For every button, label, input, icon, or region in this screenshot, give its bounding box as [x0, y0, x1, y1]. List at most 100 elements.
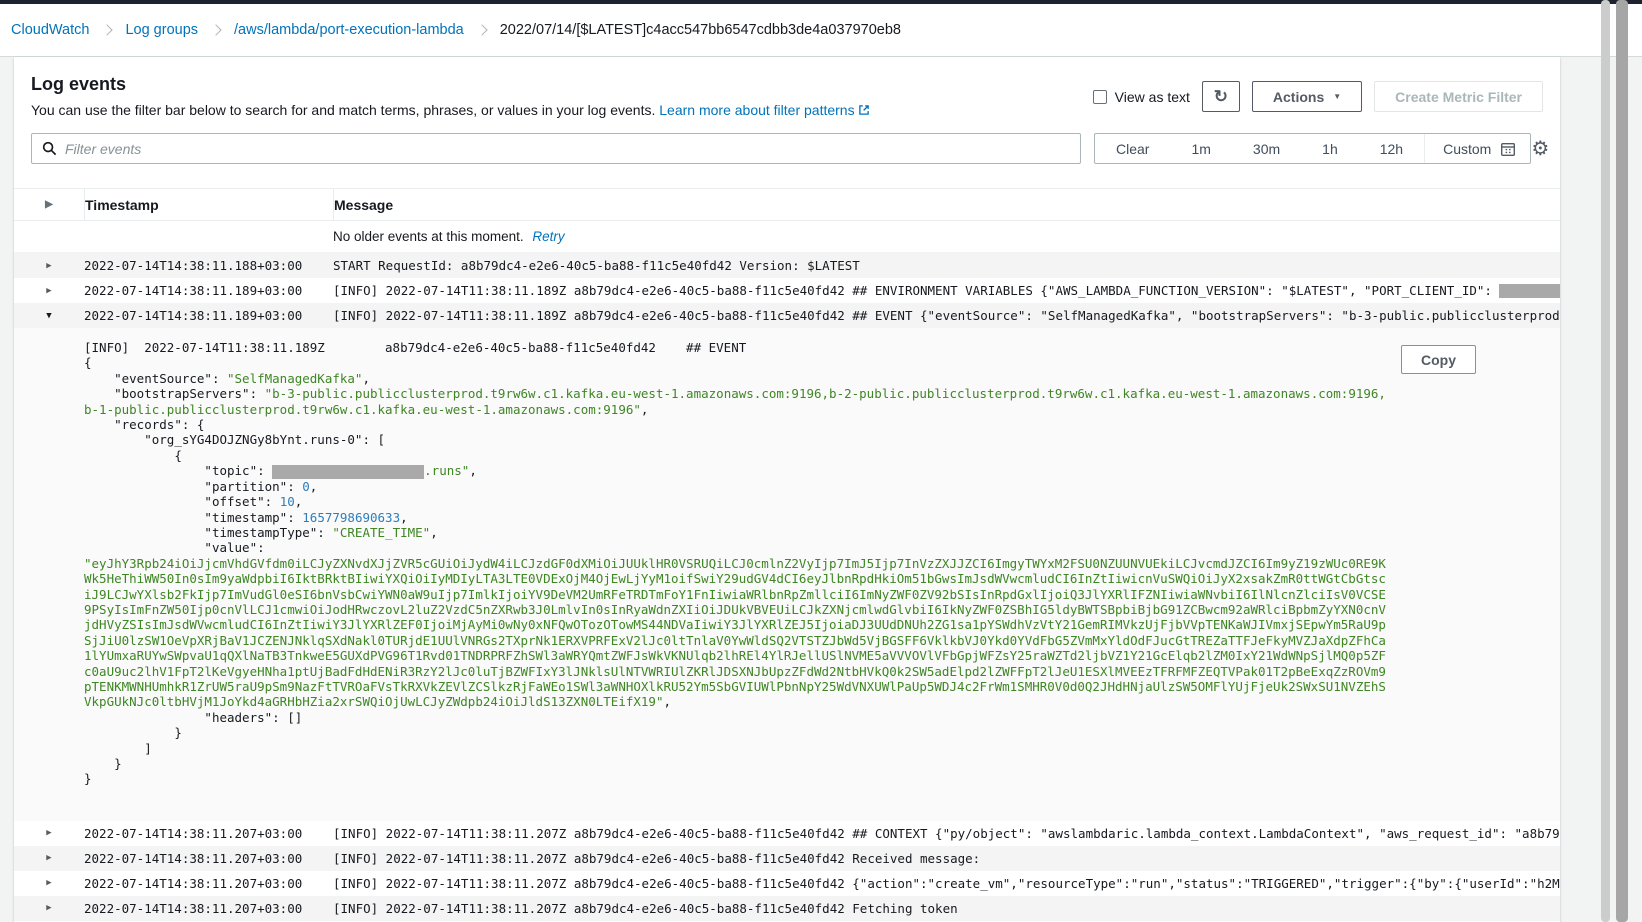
json-text: {: [84, 448, 182, 463]
retry-link[interactable]: Retry: [532, 229, 564, 244]
filter-events-input[interactable]: [65, 141, 1070, 157]
json-text: }: [84, 771, 92, 786]
header-controls: View as text ↻ Actions ▼ Create Metric Fi…: [1093, 75, 1543, 118]
actions-label: Actions: [1273, 89, 1324, 105]
log-message: [INFO] 2022-07-14T11:38:11.207Z a8b79dc4…: [333, 826, 1560, 841]
json-text: ,: [400, 510, 408, 525]
time-range-control: Clear 1m 30m 1h 12h Custom: [1094, 133, 1531, 164]
json-line: "timestampType": "CREATE_TIME",: [84, 525, 1390, 540]
gear-icon: ⚙: [1531, 138, 1549, 160]
json-text: }: [84, 725, 182, 740]
log-row[interactable]: ▶2022-07-14T14:38:11.207+03:00[INFO] 202…: [14, 846, 1560, 871]
expand-row-icon[interactable]: ▶: [46, 828, 51, 838]
page-description: You can use the filter bar below to sear…: [31, 102, 870, 118]
log-message: [INFO] 2022-07-14T11:38:11.189Z a8b79dc4…: [333, 283, 1560, 299]
expand-row-icon[interactable]: ▶: [46, 286, 51, 296]
time-range-clear[interactable]: Clear: [1095, 134, 1170, 163]
json-line: "org_sYG4DOJZNGy8bYnt.runs-0": [: [84, 432, 1390, 447]
json-line: "topic": .runs",: [84, 463, 1390, 479]
log-timestamp: 2022-07-14T14:38:11.189+03:00: [84, 308, 333, 323]
page-scrollbar[interactable]: [1616, 0, 1628, 922]
json-text: "timestamp":: [84, 510, 302, 525]
json-text: ]: [84, 741, 152, 756]
breadcrumb-log-groups[interactable]: Log groups: [125, 22, 198, 38]
json-text: "eventSource":: [84, 371, 227, 386]
log-message: [INFO] 2022-07-14T11:38:11.189Z a8b79dc4…: [333, 308, 1560, 323]
caret-down-icon: ▼: [1333, 93, 1341, 101]
view-as-text-checkbox[interactable]: [1093, 90, 1107, 104]
log-row[interactable]: ▶2022-07-14T14:38:11.207+03:00[INFO] 202…: [14, 896, 1560, 921]
expand-all-column-header: ▶: [14, 189, 84, 220]
time-range-custom[interactable]: Custom: [1424, 134, 1530, 163]
log-row[interactable]: ▼ 2022-07-14T14:38:11.189+03:00[INFO] 202…: [14, 303, 1560, 328]
json-line: "partition": 0,: [84, 479, 1390, 494]
json-line: "eyJhY3Rpb24iOiJjcmVhdGVfdm0iLCJyZXNvdXJ…: [84, 556, 1390, 710]
json-line: "eventSource": "SelfManagedKafka",: [84, 371, 1390, 386]
actions-button[interactable]: Actions ▼: [1252, 81, 1362, 112]
log-timestamp: 2022-07-14T14:38:11.207+03:00: [84, 851, 333, 866]
redacted-value: [272, 465, 424, 479]
log-row[interactable]: ▶2022-07-14T14:38:11.207+03:00[INFO] 202…: [14, 821, 1560, 846]
refresh-button[interactable]: ↻: [1202, 81, 1240, 112]
json-string: "eyJhY3Rpb24iOiJjcmVhdGVfdm0iLCJyZXNvdXJ…: [84, 556, 1386, 710]
json-text: "records": {: [84, 417, 204, 432]
collapse-row-icon[interactable]: ▼: [46, 311, 51, 321]
no-older-events-cell: No older events at this moment. Retry: [333, 229, 1560, 244]
time-range-12h[interactable]: 12h: [1359, 134, 1424, 163]
chevron-right-icon: [102, 24, 113, 35]
json-line: }: [84, 756, 1390, 771]
panel-scrollbar[interactable]: [1601, 0, 1610, 922]
json-text: "value":: [84, 540, 265, 555]
log-row[interactable]: ▶2022-07-14T14:38:11.207+03:00[INFO] 202…: [14, 871, 1560, 896]
json-line: "offset": 10,: [84, 494, 1390, 509]
expand-row-icon[interactable]: ▶: [46, 878, 51, 888]
description-text: You can use the filter bar below to sear…: [31, 102, 655, 118]
copy-button[interactable]: Copy: [1401, 345, 1476, 374]
view-as-text-label[interactable]: View as text: [1115, 89, 1190, 105]
table-header: ▶ Timestamp Message: [14, 188, 1560, 221]
json-text: "headers": []: [84, 710, 302, 725]
expand-row-icon[interactable]: ▶: [46, 853, 51, 863]
expand-row-icon[interactable]: ▶: [46, 261, 51, 271]
filter-events-searchbox[interactable]: [31, 133, 1081, 164]
log-row[interactable]: ▶2022-07-14T14:38:11.188+03:00START Requ…: [14, 253, 1560, 278]
external-link-icon: [858, 104, 870, 116]
chevron-right-icon: [476, 24, 487, 35]
custom-label: Custom: [1443, 141, 1491, 157]
page-title: Log events: [31, 73, 870, 95]
json-line: {: [84, 448, 1390, 463]
log-timestamp: 2022-07-14T14:38:11.207+03:00: [84, 876, 333, 891]
refresh-icon: ↻: [1214, 87, 1228, 107]
preferences-gear-button[interactable]: ⚙: [1531, 139, 1549, 159]
json-text: ,: [641, 402, 649, 417]
json-text: "offset":: [84, 494, 280, 509]
learn-more-link[interactable]: Learn more about filter patterns: [659, 102, 854, 118]
json-line: }: [84, 725, 1390, 740]
json-text: {: [84, 355, 92, 370]
log-message: [INFO] 2022-07-14T11:38:11.207Z a8b79dc4…: [333, 901, 1560, 916]
message-column-header: Message: [333, 189, 1560, 220]
json-string: .runs": [424, 463, 469, 478]
breadcrumb-cloudwatch[interactable]: CloudWatch: [11, 22, 89, 38]
json-text: }: [84, 756, 122, 771]
breadcrumb-log-group[interactable]: /aws/lambda/port-execution-lambda: [234, 22, 464, 38]
json-text: ,: [310, 479, 318, 494]
json-number: 0: [302, 479, 310, 494]
json-line: [INFO] 2022-07-14T11:38:11.189Z a8b79dc4…: [84, 340, 1390, 355]
log-events-panel: Log events You can use the filter bar be…: [14, 57, 1560, 922]
json-line: }: [84, 771, 1390, 786]
log-row[interactable]: ▶2022-07-14T14:38:11.189+03:00[INFO] 202…: [14, 278, 1560, 303]
no-older-events-row: No older events at this moment. Retry: [14, 221, 1560, 253]
json-line: "timestamp": 1657798690633,: [84, 510, 1390, 525]
expand-row-icon[interactable]: ▶: [46, 903, 51, 913]
panel-header: Log events You can use the filter bar be…: [14, 57, 1560, 118]
json-line: "bootstrapServers": "b-3-public.publiccl…: [84, 386, 1390, 417]
expanded-event-detail: Copy [INFO] 2022-07-14T11:38:11.189Z a8b…: [14, 328, 1560, 821]
time-range-1h[interactable]: 1h: [1301, 134, 1359, 163]
create-metric-filter-button[interactable]: Create Metric Filter: [1374, 81, 1543, 112]
calendar-icon: [1500, 141, 1516, 157]
time-range-30m[interactable]: 30m: [1232, 134, 1301, 163]
json-text: ,: [430, 525, 438, 540]
time-range-1m[interactable]: 1m: [1170, 134, 1231, 163]
json-string: "CREATE_TIME": [332, 525, 430, 540]
